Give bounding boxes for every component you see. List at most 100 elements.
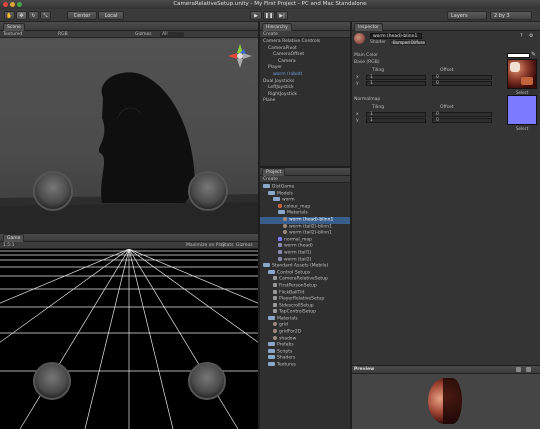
gear-icon[interactable]: ⚙ (529, 33, 533, 39)
project-item[interactable]: worm (tail1) (260, 249, 350, 257)
game-aspect-dropdown[interactable]: 1.5:1 (3, 243, 15, 248)
folder-icon (268, 190, 275, 195)
project-item[interactable]: Standard Assets (Mobile) (260, 263, 350, 270)
tab-inspector[interactable]: Inspector (354, 23, 383, 31)
scale-tool-button[interactable]: ⤡ (40, 11, 51, 20)
layout-dropdown[interactable]: 2 by 3 (490, 11, 532, 20)
worm-silhouette (98, 72, 195, 204)
scene-orientation-gizmo[interactable] (228, 44, 252, 72)
project-item[interactable]: colour_map (260, 203, 350, 211)
normal-tiling-y[interactable]: 1 (366, 118, 426, 123)
scene-gizmos-menu[interactable]: Gizmos (135, 32, 152, 37)
hierarchy-item[interactable]: Camera Relative Controls (260, 39, 350, 46)
move-tool-button[interactable]: ✥ (16, 11, 27, 20)
base-offset-x[interactable]: 0 (432, 75, 492, 80)
project-item[interactable]: Models (260, 190, 350, 198)
scene-render-mode[interactable]: Textured (3, 32, 22, 37)
project-item[interactable]: Control Setups (260, 269, 350, 277)
base-offset-y[interactable]: 0 (432, 81, 492, 86)
folder-icon (263, 263, 270, 268)
project-item[interactable]: grid (260, 322, 350, 329)
normal-offset-x[interactable]: 0 (432, 112, 492, 117)
help-icon[interactable]: ? (520, 33, 523, 39)
tab-scene[interactable]: Scene (3, 23, 25, 31)
project-item[interactable]: worm (tail2) (260, 256, 350, 264)
project-item[interactable]: worm (head) (260, 243, 350, 250)
mesh-icon (278, 249, 282, 254)
project-item[interactable]: Shaders (260, 355, 350, 362)
project-item[interactable]: PlayerRelativeSetup (260, 296, 350, 303)
project-item[interactable]: Prefabs (260, 342, 350, 349)
hierarchy-item[interactable]: worm (robot) (260, 72, 350, 79)
scale-icon: ⤡ (43, 12, 48, 19)
normal-texture-thumbnail[interactable] (507, 95, 537, 125)
preview-shape-icon[interactable] (516, 367, 521, 372)
project-item[interactable]: FlickBallTilt (260, 289, 350, 297)
normal-offset-y[interactable]: 0 (432, 118, 492, 123)
layers-dropdown[interactable]: Layers (447, 11, 487, 20)
project-item[interactable]: SidescrollSetup (260, 302, 350, 310)
hand-tool-button[interactable]: ✋ (4, 11, 15, 20)
normal-tiling-x[interactable]: 1 (366, 112, 426, 117)
tab-game[interactable]: Game (3, 234, 25, 242)
project-item[interactable]: CameraRelativeSetup (260, 276, 350, 283)
project-item[interactable]: worm (tail2)-blinn1 (260, 223, 350, 231)
eyedropper-icon[interactable]: ✎ (531, 51, 536, 58)
game-viewport[interactable] (0, 249, 258, 429)
play-button[interactable]: ▶ (250, 11, 262, 20)
rotate-tool-button[interactable]: ↻ (28, 11, 39, 20)
space-local-toggle[interactable]: Local (98, 11, 124, 20)
main-color-swatch[interactable] (507, 53, 530, 58)
scene-viewport[interactable] (0, 38, 258, 234)
hierarchy-create-menu[interactable]: Create (263, 32, 278, 37)
hierarchy-item[interactable]: LeftJoystick (260, 85, 350, 92)
game-stats-toggle[interactable]: Stats (222, 243, 234, 248)
pause-button[interactable]: ❚❚ (263, 11, 275, 20)
scene-file-icon (273, 276, 277, 281)
pivot-center-toggle[interactable]: Center (67, 11, 97, 20)
project-item[interactable]: Materials (260, 210, 350, 217)
hierarchy-item[interactable]: Plane (260, 98, 350, 105)
hierarchy-item[interactable]: Player (260, 65, 350, 72)
preview-sphere (428, 378, 462, 424)
project-item[interactable]: normal_map (260, 236, 350, 244)
game-gizmos-toggle[interactable]: Gizmos (236, 243, 253, 248)
left-joystick-game[interactable] (33, 362, 71, 400)
project-item[interactable]: Textures (260, 362, 350, 369)
hierarchy-item[interactable]: CameraOffset (260, 52, 350, 59)
tab-hierarchy[interactable]: Hierarchy (262, 23, 292, 31)
project-item[interactable]: worm (260, 197, 350, 204)
normal-texture-select[interactable]: Select (516, 126, 528, 131)
game-control-bar: 1.5:1 Maximize on Play Stats Gizmos (0, 242, 258, 249)
project-item[interactable]: worm (tail2)-blinn1 (260, 230, 350, 237)
material-name-field[interactable]: worm (head)-blinn1 (370, 33, 422, 39)
project-item[interactable]: FirstPersonSetup (260, 282, 350, 290)
mesh-icon (278, 243, 282, 248)
folder-icon (268, 348, 275, 353)
project-create-menu[interactable]: Create (263, 177, 278, 182)
scene-search-field[interactable]: All (160, 32, 184, 37)
normal-offset-label: Offset (440, 105, 454, 110)
project-item[interactable]: TapControlSetup (260, 309, 350, 316)
pause-icon: ❚❚ (264, 12, 274, 19)
material-preview[interactable] (352, 374, 540, 429)
maximize-on-play-toggle[interactable]: Maximize on Play (186, 243, 225, 248)
project-item[interactable]: worm (head)-blinn1 (260, 216, 350, 224)
project-item[interactable]: Scripts (260, 348, 350, 356)
project-item[interactable]: gridFor2D (260, 329, 350, 336)
base-texture-thumbnail[interactable] (507, 59, 537, 89)
project-item[interactable]: Materials (260, 315, 350, 323)
base-tiling-x[interactable]: 1 (366, 75, 426, 80)
base-x-label: x (356, 75, 359, 80)
project-item[interactable]: DistGame (260, 184, 350, 191)
shader-dropdown[interactable]: Bumped Diffuse (390, 40, 426, 45)
base-tiling-y[interactable]: 1 (366, 81, 426, 86)
project-item[interactable]: shadow (260, 335, 350, 343)
scene-channel-mode[interactable]: RGB (58, 32, 68, 37)
tab-project[interactable]: Project (262, 168, 286, 176)
preview-light-icon[interactable] (526, 367, 531, 372)
right-joystick-game[interactable] (188, 362, 226, 400)
scene-file-icon (273, 296, 277, 301)
step-button[interactable]: ▶| (276, 11, 288, 20)
base-rgb-label: Base (RGB) (354, 60, 380, 65)
